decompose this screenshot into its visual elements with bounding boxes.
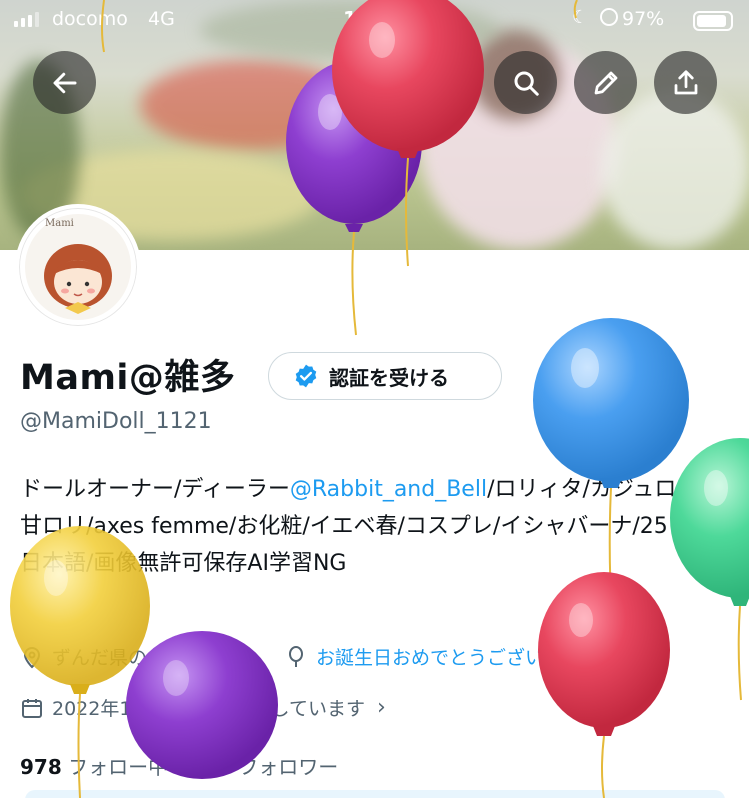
red-balloon-bottom <box>538 572 670 798</box>
balloon-string <box>101 0 105 53</box>
balloon-string <box>573 0 578 19</box>
yellow-balloon <box>10 526 150 798</box>
purple-balloon-bottom <box>126 631 278 779</box>
birthday-balloons <box>10 0 749 798</box>
green-balloon <box>670 438 749 701</box>
